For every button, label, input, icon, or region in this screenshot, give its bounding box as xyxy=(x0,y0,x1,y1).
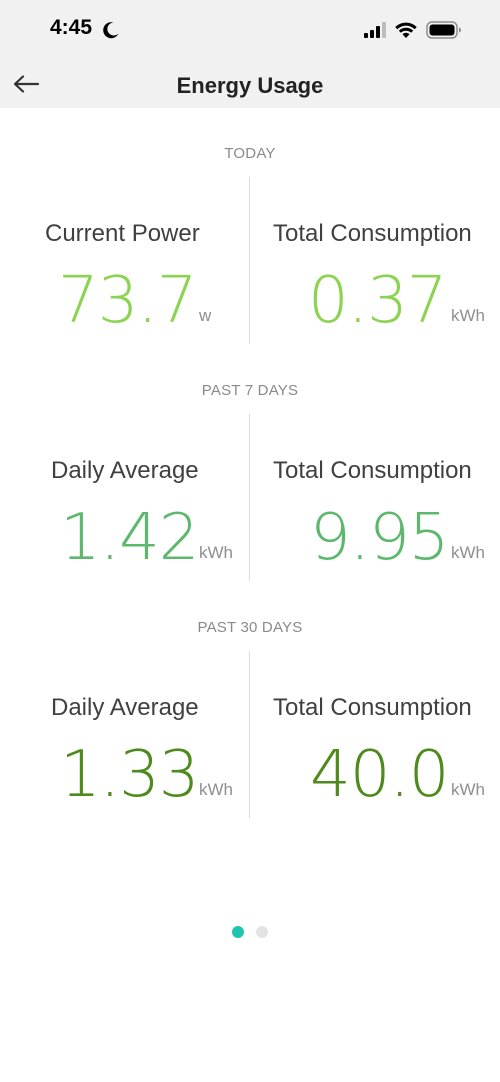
page-dot-active[interactable] xyxy=(232,926,244,938)
page-indicator xyxy=(0,926,500,938)
metric-unit-total-consumption: kWh xyxy=(451,780,485,799)
metric-title-total-consumption: Total Consumption xyxy=(273,694,472,721)
metric-unit-daily-average: kWh xyxy=(199,543,233,562)
section-divider xyxy=(249,651,250,818)
section-today: TODAY Current Power 73.7 w Total Consump… xyxy=(0,140,500,350)
section-label: PAST 7 DAYS xyxy=(201,382,299,399)
metric-value-total-consumption: 0.37 xyxy=(308,264,447,338)
status-bar: 4:45 xyxy=(0,0,500,60)
section-divider xyxy=(249,177,250,344)
section-label: TODAY xyxy=(224,145,276,162)
signal-icon xyxy=(364,22,386,38)
metric-unit-total-consumption: kWh xyxy=(451,543,485,562)
metric-title-total-consumption: Total Consumption xyxy=(273,457,472,484)
metric-title-current-power: Current Power xyxy=(45,220,200,247)
metric-value-daily-average: 1.33 xyxy=(60,738,199,812)
metric-value-total-consumption: 40.0 xyxy=(310,738,449,812)
status-time: 4:45 xyxy=(50,16,93,39)
navigation-bar: Energy Usage xyxy=(0,60,500,108)
metric-title-daily-average: Daily Average xyxy=(51,694,199,721)
metric-title-daily-average: Daily Average xyxy=(51,457,199,484)
page-dot-inactive[interactable] xyxy=(256,926,268,938)
section-divider xyxy=(249,414,250,581)
moon-icon xyxy=(103,22,119,39)
page-title: Energy Usage xyxy=(176,73,324,98)
metric-value-total-consumption: 9.95 xyxy=(310,501,449,575)
section-past-30-days: PAST 30 DAYS Daily Average 1.33 kWh Tota… xyxy=(0,614,500,824)
metric-value-current-power: 73.7 xyxy=(58,264,197,338)
metric-title-total-consumption: Total Consumption xyxy=(273,220,472,247)
metric-value-daily-average: 1.42 xyxy=(60,501,199,575)
metric-unit-total-consumption: kWh xyxy=(451,306,485,325)
metric-unit-daily-average: kWh xyxy=(199,780,233,799)
section-label: PAST 30 DAYS xyxy=(197,619,303,636)
metric-unit-current-power: w xyxy=(199,306,212,325)
section-past-7-days: PAST 7 DAYS Daily Average 1.42 kWh Total… xyxy=(0,377,500,587)
battery-icon xyxy=(426,21,461,39)
wifi-icon xyxy=(395,22,417,38)
status-icons xyxy=(364,20,462,40)
